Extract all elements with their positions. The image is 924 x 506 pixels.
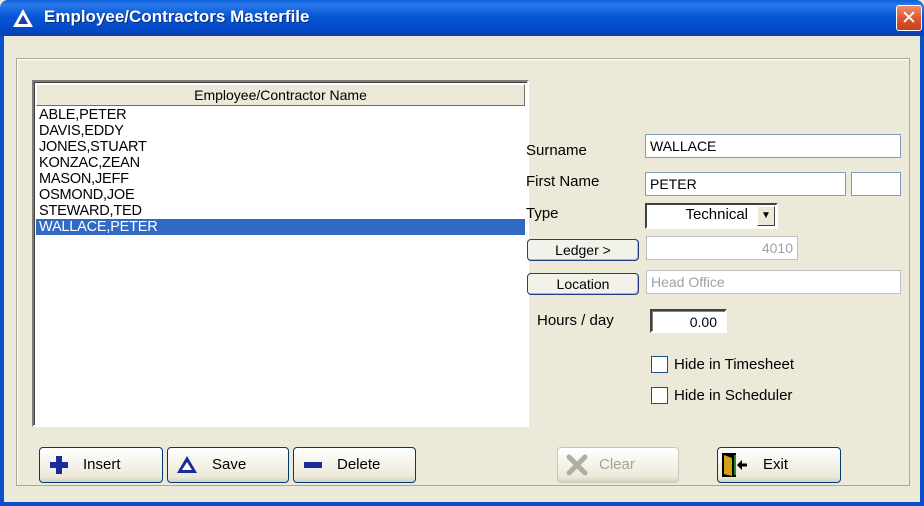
hide-timesheet-label: Hide in Timesheet: [674, 356, 795, 373]
save-button-label: Save: [212, 456, 247, 473]
surname-field[interactable]: WALLACE: [645, 134, 901, 158]
window-title: Employee/Contractors Masterfile: [44, 7, 310, 26]
location-field: Head Office: [646, 270, 901, 294]
hide-timesheet-checkbox[interactable]: [651, 356, 668, 373]
hours-per-day-label: Hours / day: [537, 312, 614, 329]
initial-field[interactable]: [851, 172, 901, 196]
insert-button[interactable]: Insert: [39, 447, 163, 483]
list-body: ABLE,PETER DAVIS,EDDY JONES,STUART KONZA…: [36, 107, 525, 235]
door-exit-icon: [722, 453, 747, 477]
plus-icon: [50, 456, 68, 474]
clear-button[interactable]: Clear: [557, 447, 679, 483]
close-button[interactable]: ✕: [896, 5, 922, 31]
list-item[interactable]: KONZAC,ZEAN: [36, 155, 525, 171]
title-bar[interactable]: Employee/Contractors Masterfile ✕: [0, 0, 924, 36]
type-combobox[interactable]: Technical ▼: [645, 203, 778, 229]
list-item[interactable]: STEWARD,TED: [36, 203, 525, 219]
x-icon: [566, 454, 588, 476]
insert-button-label: Insert: [83, 456, 121, 473]
triangle-icon: [177, 456, 197, 473]
window-frame-bottom: [0, 502, 924, 506]
exit-button-label: Exit: [763, 456, 789, 473]
list-item[interactable]: DAVIS,EDDY: [36, 123, 525, 139]
delete-button[interactable]: Delete: [293, 447, 416, 483]
hide-scheduler-checkbox[interactable]: [651, 387, 668, 404]
delete-button-label: Delete: [337, 456, 381, 473]
list-item-selected[interactable]: WALLACE,PETER: [36, 219, 525, 235]
type-combobox-value: Technical: [685, 206, 748, 223]
minus-icon: [304, 462, 322, 468]
chevron-down-icon[interactable]: ▼: [757, 206, 775, 226]
employee-listbox[interactable]: Employee/Contractor Name ABLE,PETER DAVI…: [32, 80, 529, 427]
surname-label: Surname: [526, 142, 587, 159]
exit-button[interactable]: Exit: [717, 447, 841, 483]
ledger-field: 4010: [646, 236, 798, 260]
triangle-icon: [13, 9, 33, 27]
list-column-header[interactable]: Employee/Contractor Name: [36, 84, 525, 106]
location-button[interactable]: Location: [527, 273, 639, 295]
type-label: Type: [526, 205, 559, 222]
ledger-button[interactable]: Ledger >: [527, 239, 639, 261]
list-item[interactable]: JONES,STUART: [36, 139, 525, 155]
hours-per-day-field[interactable]: 0.00: [650, 309, 727, 333]
clear-button-label: Clear: [599, 456, 635, 473]
hide-scheduler-label: Hide in Scheduler: [674, 387, 793, 404]
save-button[interactable]: Save: [167, 447, 289, 483]
list-item[interactable]: OSMOND,JOE: [36, 187, 525, 203]
first-name-field[interactable]: PETER: [645, 172, 846, 196]
first-name-label: First Name: [526, 173, 600, 190]
window-frame-right: [920, 36, 924, 506]
list-item[interactable]: MASON,JEFF: [36, 171, 525, 187]
window-frame-left: [0, 36, 4, 506]
list-item[interactable]: ABLE,PETER: [36, 107, 525, 123]
